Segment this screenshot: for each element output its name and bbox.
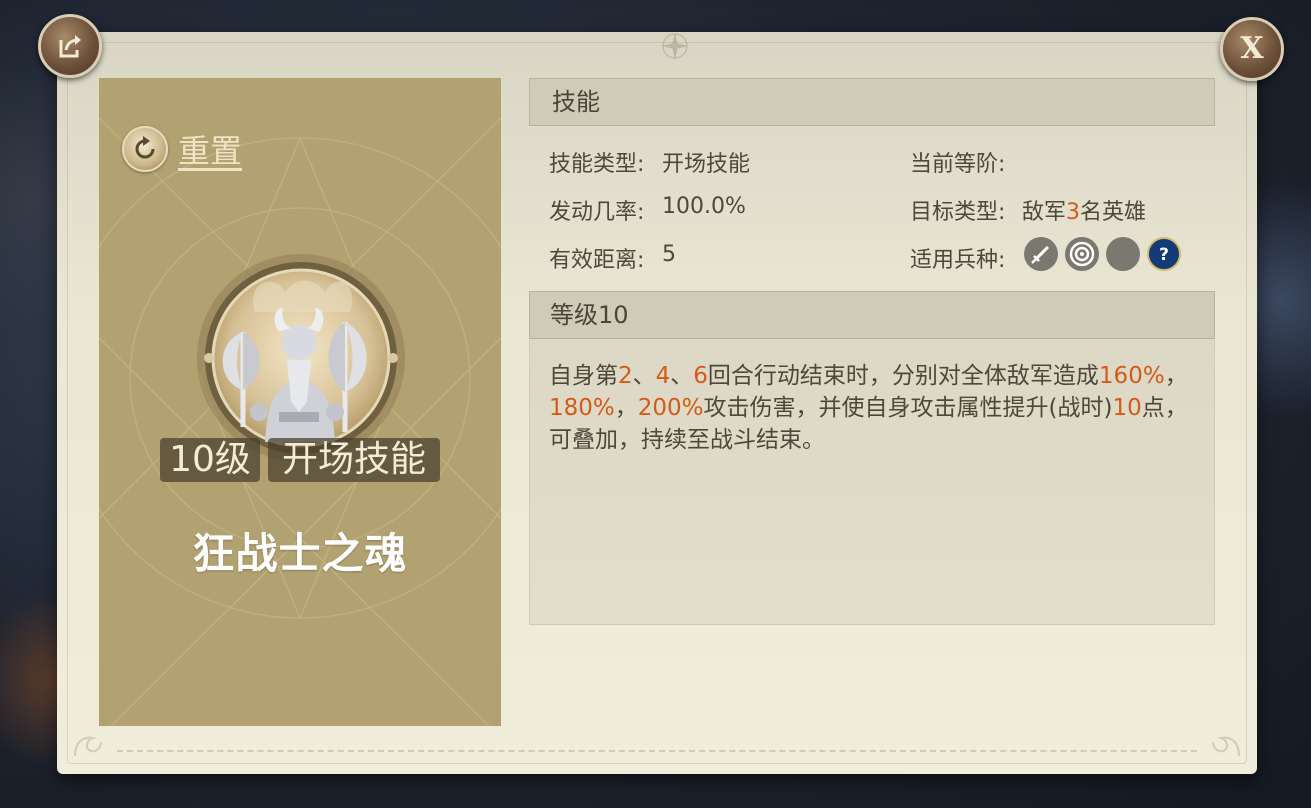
target-type-suffix: 名英雄 [1080, 200, 1147, 225]
reset-label: 重置 [178, 132, 243, 170]
sword-icon [1024, 237, 1058, 271]
panel-divider [117, 750, 1197, 752]
troop-type-icons: ? [1024, 237, 1181, 271]
target-type-label: 目标类型: [910, 200, 1006, 225]
trigger-rate-label: 发动几率: [549, 200, 645, 225]
share-icon [59, 35, 81, 58]
current-rank-label: 当前等阶: [910, 152, 1006, 177]
close-button[interactable]: X [1220, 17, 1284, 81]
skill-level-tag: 10级 [160, 438, 260, 482]
berserker-warrior-icon [197, 254, 405, 462]
target-type-value: 敌军3名英雄 [1022, 194, 1146, 226]
level-section-header: 等级10 [529, 291, 1215, 339]
reset-button[interactable]: 重置 [122, 126, 242, 172]
svg-text:?: ? [1159, 245, 1169, 265]
skill-description: 自身第2、4、6回合行动结束时，分别对全体敌军造成160%，180%，200%攻… [549, 363, 1188, 453]
empty-slot-icon [1106, 237, 1140, 271]
skill-type-value: 开场技能 [662, 152, 751, 177]
share-button[interactable] [38, 14, 102, 78]
target-type-count: 3 [1066, 200, 1081, 225]
corner-ornament-icon [1212, 736, 1240, 757]
corner-ornament-icon [74, 736, 102, 757]
trigger-rate-value: 100.0% [662, 194, 746, 219]
compass-ornament-icon [661, 32, 689, 60]
skill-type-label: 技能类型: [549, 152, 645, 177]
skill-name: 狂战士之魂 [192, 529, 408, 578]
help-icon[interactable]: ? [1147, 237, 1181, 271]
range-label: 有效距离: [549, 248, 645, 273]
skill-type-tag: 开场技能 [268, 438, 440, 482]
close-icon: X [1240, 31, 1264, 66]
target-type-prefix: 敌军 [1022, 200, 1067, 225]
reset-icon [122, 126, 168, 172]
troop-types-label: 适用兵种: [910, 248, 1006, 273]
range-value: 5 [662, 242, 676, 267]
skill-section-header: 技能 [529, 78, 1215, 126]
target-icon [1065, 237, 1099, 271]
